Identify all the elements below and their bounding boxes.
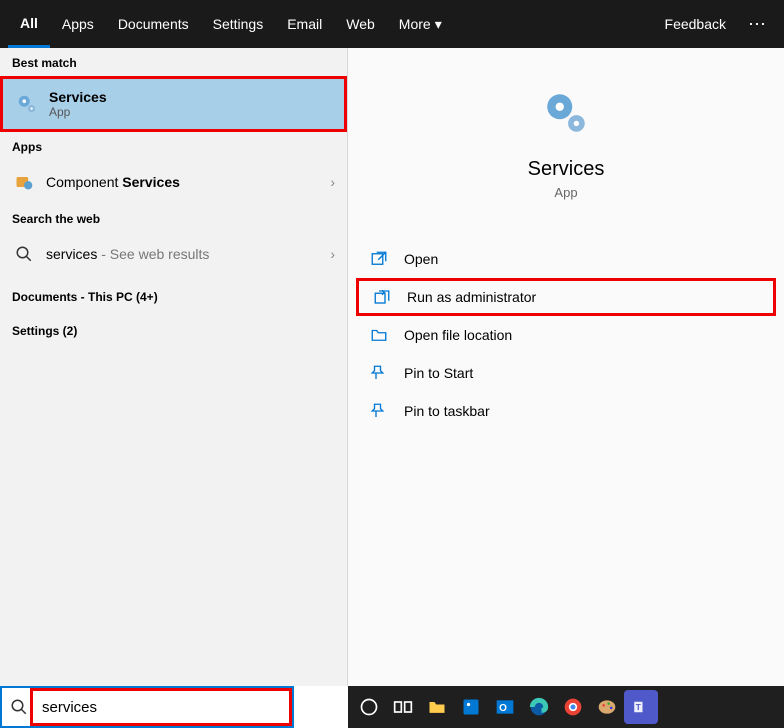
outlook-icon[interactable]: O xyxy=(488,690,522,724)
tab-web[interactable]: Web xyxy=(334,0,387,48)
tab-settings[interactable]: Settings xyxy=(201,0,276,48)
chevron-down-icon: ▾ xyxy=(435,16,442,33)
result-title: Services xyxy=(49,89,332,105)
result-subtitle: App xyxy=(49,105,332,119)
gears-icon xyxy=(348,88,784,138)
action-pin-to-taskbar[interactable]: Pin to taskbar xyxy=(348,392,784,430)
action-open[interactable]: Open xyxy=(348,240,784,278)
photos-icon[interactable] xyxy=(454,690,488,724)
chevron-right-icon: › xyxy=(330,246,335,262)
search-icon xyxy=(12,242,36,266)
search-icon xyxy=(2,698,36,716)
settings-results-label[interactable]: Settings (2) xyxy=(0,310,347,344)
results-panel: Best match Services App Apps Component S… xyxy=(0,48,348,686)
apps-label: Apps xyxy=(0,132,347,160)
result-services[interactable]: Services App xyxy=(0,76,347,132)
task-view-icon[interactable] xyxy=(386,690,420,724)
pin-icon xyxy=(368,402,390,420)
svg-text:T: T xyxy=(636,703,641,712)
pin-icon xyxy=(368,364,390,382)
preview-panel: Services App Open Run as administrator O… xyxy=(348,48,784,686)
tab-documents[interactable]: Documents xyxy=(106,0,201,48)
result-component-services[interactable]: Component Services › xyxy=(0,160,347,204)
open-icon xyxy=(368,250,390,268)
tab-email[interactable]: Email xyxy=(275,0,334,48)
paint-icon[interactable] xyxy=(590,690,624,724)
svg-text:O: O xyxy=(499,703,507,714)
documents-label[interactable]: Documents - This PC (4+) xyxy=(0,276,347,310)
chrome-icon[interactable] xyxy=(556,690,590,724)
component-services-icon xyxy=(12,170,36,194)
tab-more[interactable]: More ▾ xyxy=(387,0,454,48)
file-explorer-icon[interactable] xyxy=(420,690,454,724)
search-web-label: Search the web xyxy=(0,204,347,232)
teams-icon[interactable]: T xyxy=(624,690,658,724)
preview-title: Services xyxy=(348,158,784,181)
search-input[interactable] xyxy=(36,691,292,724)
tab-apps[interactable]: Apps xyxy=(50,0,106,48)
gears-icon xyxy=(15,92,39,116)
tab-all[interactable]: All xyxy=(8,0,50,48)
result-web-search[interactable]: services - See web results › xyxy=(0,232,347,276)
filter-tabs: All Apps Documents Settings Email Web Mo… xyxy=(0,0,784,48)
preview-subtitle: App xyxy=(348,185,784,200)
folder-icon xyxy=(368,326,390,344)
edge-icon[interactable] xyxy=(522,690,556,724)
chevron-right-icon: › xyxy=(330,174,335,190)
best-match-label: Best match xyxy=(0,48,347,76)
action-pin-to-start[interactable]: Pin to Start xyxy=(348,354,784,392)
action-open-file-location[interactable]: Open file location xyxy=(348,316,784,354)
admin-icon xyxy=(371,288,393,306)
cortana-icon[interactable] xyxy=(352,690,386,724)
more-options-button[interactable]: ⋯ xyxy=(738,14,776,35)
feedback-link[interactable]: Feedback xyxy=(653,0,738,48)
search-box[interactable] xyxy=(0,686,294,728)
taskbar: O T xyxy=(348,686,784,728)
action-run-as-administrator[interactable]: Run as administrator xyxy=(356,278,776,316)
